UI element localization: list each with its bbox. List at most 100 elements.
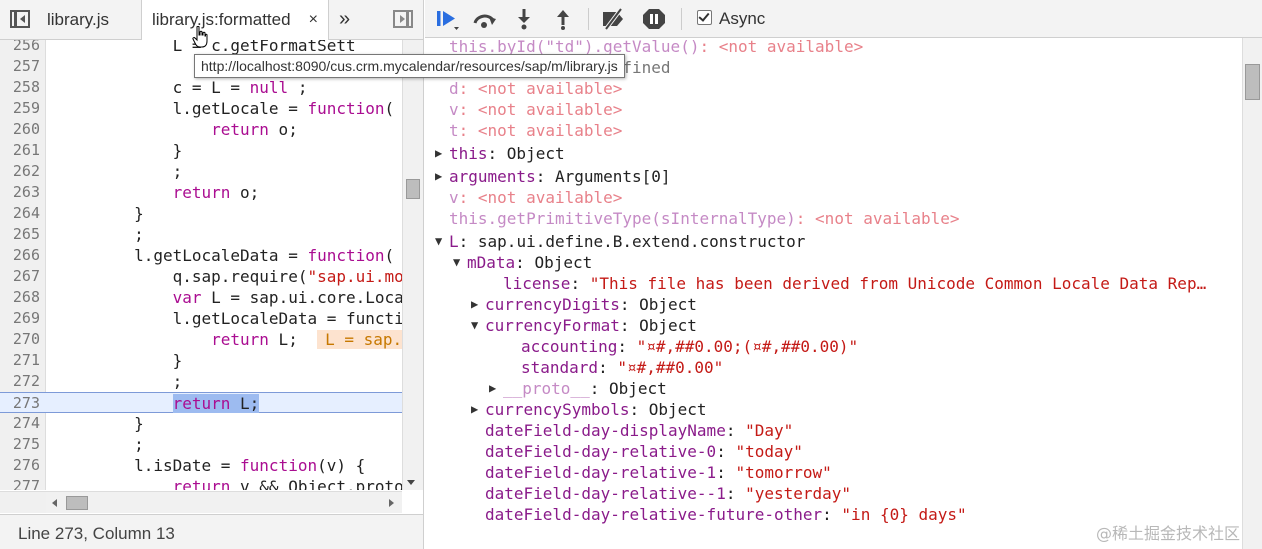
scope-variable-row[interactable]: ▶ currencyDigits: Object — [471, 294, 697, 315]
line-number[interactable]: 266 — [0, 245, 40, 266]
code-line[interactable]: 275 ; — [0, 434, 402, 455]
code-line[interactable]: 270 return L; L = sap. — [0, 329, 402, 350]
code-text: return v && Object.proto — [172, 477, 402, 490]
scope-variable-row[interactable]: ▼ mData: Object — [453, 252, 592, 273]
line-number[interactable]: 269 — [0, 308, 40, 329]
step-over-icon[interactable] — [472, 8, 498, 30]
line-number[interactable]: 272 — [0, 371, 40, 392]
deactivate-breakpoints-icon[interactable] — [601, 8, 627, 30]
scope-variable-row[interactable]: accounting: "¤#,##0.00;(¤#,##0.00)" — [521, 336, 858, 357]
line-number[interactable]: 265 — [0, 224, 40, 245]
line-number[interactable]: 258 — [0, 77, 40, 98]
editor-horizontal-scrollbar[interactable] — [46, 491, 402, 513]
code-line[interactable]: 258 c = L = null ; — [0, 77, 402, 98]
scope-variable-row[interactable]: v: <not available> — [449, 99, 622, 120]
collapse-triangle-icon[interactable]: ▼ — [435, 231, 442, 252]
toggle-debugger-icon[interactable] — [393, 10, 413, 28]
code-line[interactable]: 266 l.getLocaleData = function( — [0, 245, 402, 266]
line-number[interactable]: 257 — [0, 56, 40, 77]
scope-variable-row[interactable]: ▼ L: sap.ui.define.B.extend.constructor — [435, 231, 805, 252]
code-line[interactable]: 276 l.isDate = function(v) { — [0, 455, 402, 476]
line-number[interactable]: 256 — [0, 40, 40, 56]
line-number[interactable]: 261 — [0, 140, 40, 161]
code-line[interactable]: 267 q.sap.require("sap.ui.mo — [0, 266, 402, 287]
code-line[interactable]: 260 return o; — [0, 119, 402, 140]
scope-variable-row[interactable]: dateField-day-relative--1: "yesterday" — [485, 483, 851, 504]
code-line[interactable]: 277 return v && Object.proto — [0, 476, 402, 490]
scope-variable-row[interactable]: ▶ currencySymbols: Object — [471, 399, 707, 420]
line-number[interactable]: 277 — [0, 476, 40, 490]
code-line[interactable]: 262 ; — [0, 161, 402, 182]
scope-variable-row[interactable]: dateField-day-relative-1: "tomorrow" — [485, 462, 832, 483]
more-tabs-icon[interactable]: » — [339, 0, 350, 38]
expand-triangle-icon[interactable]: ▶ — [435, 166, 442, 187]
collapse-triangle-icon[interactable]: ▼ — [471, 315, 478, 336]
scope-variable-row[interactable]: dateField-day-relative-future-other: "in… — [485, 504, 967, 525]
scope-variable-row[interactable]: ▶ this: Object — [435, 143, 565, 164]
separator: : — [458, 232, 478, 251]
line-number[interactable]: 273 — [0, 393, 40, 414]
scope-variable-row[interactable]: this.getPrimitiveType(sInternalType): <n… — [449, 208, 960, 229]
step-out-icon[interactable] — [550, 8, 576, 30]
code-line[interactable]: 274 } — [0, 413, 402, 434]
expand-triangle-icon[interactable]: ▶ — [471, 399, 478, 420]
code-line[interactable]: 273 return L; — [0, 392, 402, 413]
scrollbar-thumb[interactable] — [1245, 64, 1260, 100]
scope-vertical-scrollbar[interactable] — [1242, 38, 1262, 549]
file-url-tooltip: http://localhost:8090/cus.crm.mycalendar… — [194, 54, 625, 78]
collapse-triangle-icon[interactable]: ▼ — [453, 252, 460, 273]
code-text: return L; L = sap. — [57, 329, 402, 350]
scope-variable-row[interactable]: dateField-day-displayName: "Day" — [485, 420, 793, 441]
code-line[interactable]: 269 l.getLocaleData = functi — [0, 308, 402, 329]
variable-value: <not available> — [477, 188, 623, 207]
async-checkbox[interactable] — [697, 10, 712, 25]
line-number[interactable]: 267 — [0, 266, 40, 287]
scrollbar-thumb[interactable] — [406, 179, 420, 199]
line-number[interactable]: 259 — [0, 98, 40, 119]
code-editor[interactable]: 256 L = c.getFormatSett 257 258 c = L = nu… — [0, 40, 402, 490]
line-number[interactable]: 271 — [0, 350, 40, 371]
scope-variable-row[interactable]: ▶ __proto__: Object — [489, 378, 667, 399]
line-number[interactable]: 260 — [0, 119, 40, 140]
code-line[interactable]: 268 var L = sap.ui.core.Loca — [0, 287, 402, 308]
scope-variable-row[interactable]: ▼ currencyFormat: Object — [471, 315, 697, 336]
line-number[interactable]: 275 — [0, 434, 40, 455]
scope-variable-row[interactable]: d: <not available> — [449, 78, 622, 99]
code-line[interactable]: 265 ; — [0, 224, 402, 245]
pause-on-exceptions-icon[interactable] — [641, 8, 667, 30]
code-line[interactable]: 271 } — [0, 350, 402, 371]
tab-library-js[interactable]: library.js — [47, 0, 109, 40]
resume-icon[interactable] — [435, 8, 461, 30]
tab-library-js-formatted[interactable]: library.js:formatted × — [141, 0, 329, 41]
expand-triangle-icon[interactable]: ▶ — [471, 294, 478, 315]
toggle-navigator-icon[interactable] — [10, 10, 30, 28]
line-number[interactable]: 268 — [0, 287, 40, 308]
code-text: var L = sap.ui.core.Loca — [172, 288, 402, 307]
scope-variable-row[interactable]: standard: "¤#,##0.00" — [521, 357, 723, 378]
scope-variable-row[interactable]: dateField-day-relative-0: "today" — [485, 441, 803, 462]
code-line[interactable]: 259 l.getLocale = function( — [0, 98, 402, 119]
scrollbar-thumb[interactable] — [66, 496, 88, 510]
line-number[interactable]: 276 — [0, 455, 40, 476]
line-number[interactable]: 274 — [0, 413, 40, 434]
line-number[interactable]: 264 — [0, 203, 40, 224]
step-into-icon[interactable] — [511, 8, 537, 30]
scope-variable-row[interactable]: ▶ arguments: Arguments[0] — [435, 166, 671, 187]
scroll-right-icon[interactable] — [389, 499, 394, 507]
code-line[interactable]: 264 } — [0, 203, 402, 224]
line-number[interactable]: 262 — [0, 161, 40, 182]
editor-vertical-scrollbar[interactable] — [402, 40, 423, 490]
code-line[interactable]: 263 return o; — [0, 182, 402, 203]
expand-triangle-icon[interactable]: ▶ — [489, 378, 496, 399]
line-number[interactable]: 263 — [0, 182, 40, 203]
scroll-left-icon[interactable] — [52, 499, 57, 507]
scroll-down-icon[interactable] — [407, 480, 415, 485]
scope-variable-row[interactable]: v: <not available> — [449, 187, 622, 208]
expand-triangle-icon[interactable]: ▶ — [435, 143, 442, 164]
scope-variable-row[interactable]: t: <not available> — [449, 120, 622, 141]
code-line[interactable]: 261 } — [0, 140, 402, 161]
scope-variable-row[interactable]: license: "This file has been derived fro… — [503, 273, 1206, 294]
close-tab-icon[interactable]: × — [309, 0, 318, 40]
code-line[interactable]: 272 ; — [0, 371, 402, 392]
line-number[interactable]: 270 — [0, 329, 40, 350]
